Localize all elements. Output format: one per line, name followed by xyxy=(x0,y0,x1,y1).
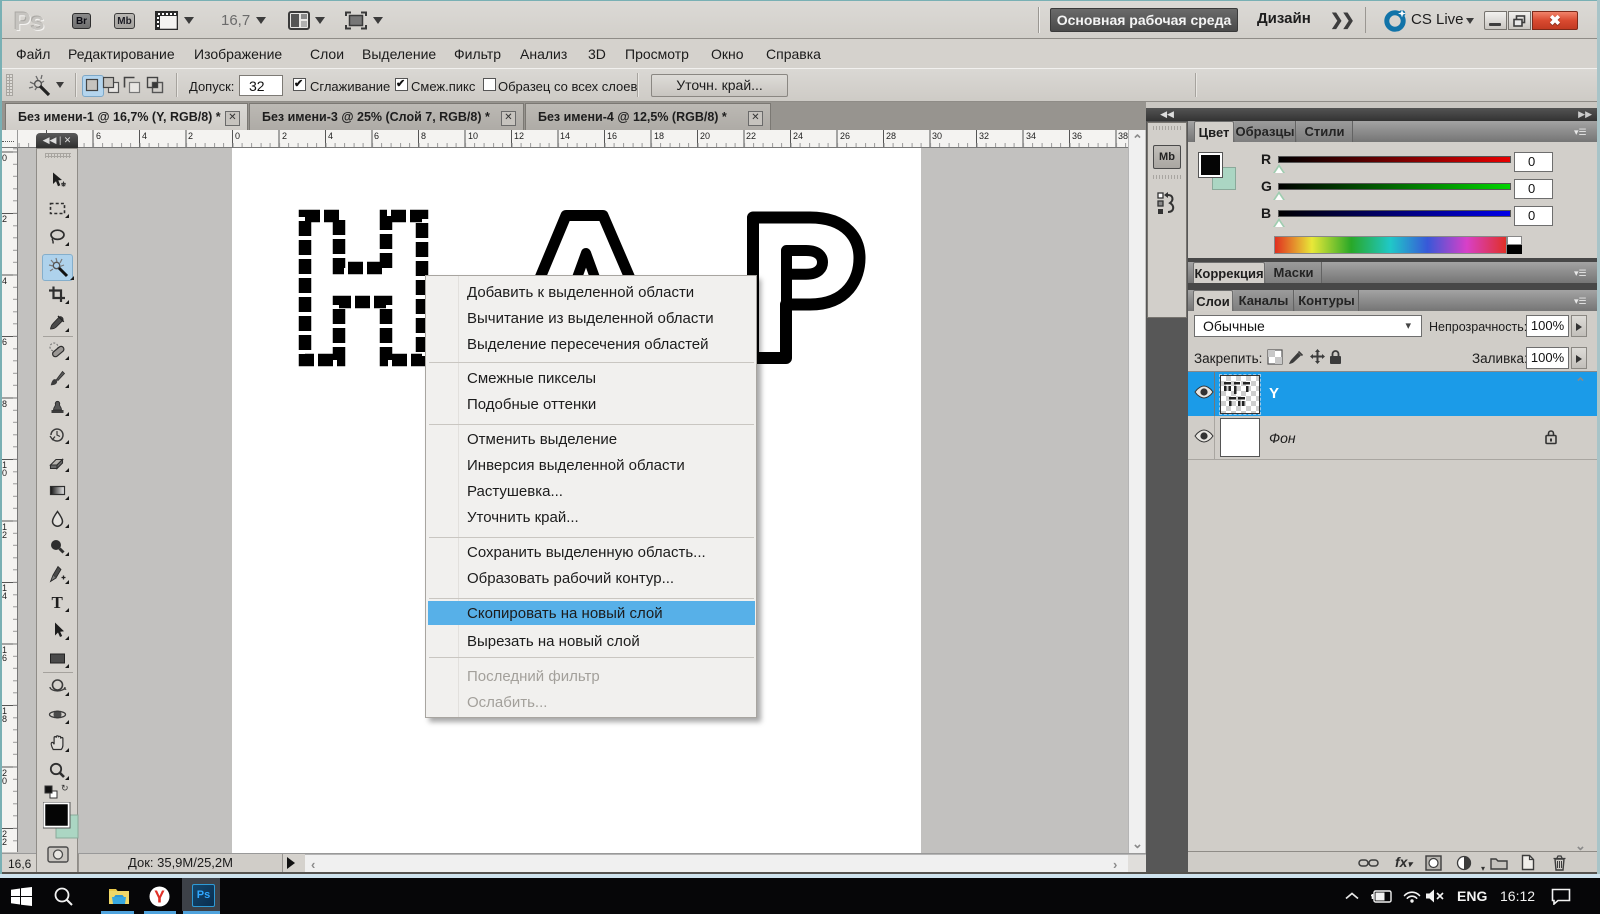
svg-text:T: T xyxy=(52,593,64,612)
